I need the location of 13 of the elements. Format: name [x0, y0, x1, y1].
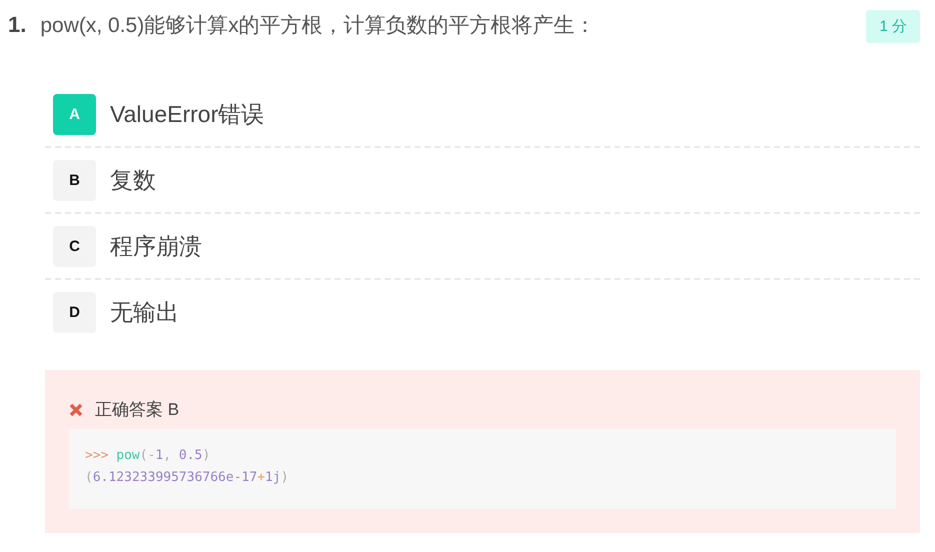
option-text: 程序崩溃: [110, 232, 202, 260]
option-text: 无输出: [110, 298, 179, 326]
option-letter[interactable]: D: [53, 292, 96, 332]
option-letter[interactable]: B: [53, 160, 96, 200]
option-letter[interactable]: C: [53, 226, 96, 266]
code-block: >>> pow(-1, 0.5) (6.123233995736766e-17+1j): [69, 429, 896, 509]
score-badge: 1 分: [866, 10, 920, 43]
option-text: 复数: [110, 166, 156, 194]
correct-answer: 正确答案 B: [95, 399, 180, 421]
question-number: 1.: [8, 11, 26, 39]
cross-icon: [69, 402, 83, 416]
question-text: pow(x, 0.5)能够计算x的平方根，计算负数的平方根将产生：: [40, 13, 597, 39]
option-text: ValueError错误: [110, 100, 264, 128]
